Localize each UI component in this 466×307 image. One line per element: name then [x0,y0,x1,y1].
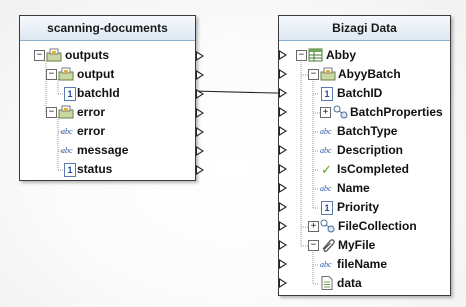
tree-row-message[interactable]: abc message [20,141,195,160]
tree-label: batchId [77,86,120,100]
relation-icon [320,219,335,233]
tree-label: Name [337,181,370,195]
tree-row-error-group[interactable]: − error [20,103,195,122]
tree-label: message [77,143,129,157]
input-port-arrow[interactable] [279,145,287,155]
tree-label: Description [337,143,404,157]
tree-row-error[interactable]: abc error [20,122,195,141]
folder-icon [58,105,74,119]
input-port-arrow[interactable] [279,107,287,117]
integer-type-icon: 1 [321,87,333,101]
target-schema-panel: Bizagi Data − Abby − AbyyBatch 1 BatchID… [278,15,451,296]
collapse-toggle[interactable]: − [308,240,319,251]
tree-row-batchtype[interactable]: abc BatchType [279,122,450,141]
file-data-icon [321,276,333,290]
tree-row-priority[interactable]: 1 Priority [279,198,450,217]
integer-type-icon: 1 [64,163,76,177]
tree-label: BatchID [337,86,383,100]
tree-row-iscompleted[interactable]: ✓ IsCompleted [279,160,450,179]
tree-row-outputs[interactable]: − outputs [20,46,195,65]
boolean-check-icon: ✓ [321,162,332,177]
input-port-arrow[interactable] [279,164,287,174]
target-panel-title: Bizagi Data [279,16,450,41]
tree-label: status [77,162,113,176]
tree-label: IsCompleted [337,162,410,176]
output-port-arrow[interactable] [196,165,204,175]
tree-row-name[interactable]: abc Name [279,179,450,198]
tree-row-batchid[interactable]: 1 batchId [20,84,195,103]
source-schema-panel: scanning-documents − outputs − output 1 … [19,15,204,181]
folder-icon [46,48,62,62]
collapse-toggle[interactable]: − [296,50,307,61]
input-port-arrow[interactable] [279,240,287,250]
collapse-toggle[interactable]: − [34,50,45,61]
integer-type-icon: 1 [64,87,76,101]
tree-row-data[interactable]: data [279,274,450,293]
input-port-arrow[interactable] [279,69,287,79]
tree-row-abby[interactable]: − Abby [279,46,450,65]
tree-label: output [77,67,115,81]
tree-row-description[interactable]: abc Description [279,141,450,160]
source-panel-title: scanning-documents [20,16,195,41]
tree-label: AbyyBatch [338,67,401,81]
tree-label: fileName [337,257,388,271]
output-port-arrow[interactable] [196,51,204,61]
input-port-arrow[interactable] [279,259,287,269]
input-port-arrow[interactable] [279,202,287,212]
tree-label: data [337,276,362,290]
input-port-arrow[interactable] [279,50,287,60]
table-icon [308,48,323,62]
output-port-arrow[interactable] [196,146,204,156]
tree-label: error [77,124,106,138]
string-type-icon: abc [320,184,332,193]
output-port-arrow[interactable] [196,70,204,80]
folder-icon [320,67,336,81]
tree-row-myfile[interactable]: − MyFile [279,236,450,255]
input-port-arrow[interactable] [279,278,287,288]
tree-row-output[interactable]: − output [20,65,195,84]
input-port-arrow[interactable] [279,126,287,136]
attachment-icon [322,239,335,252]
tree-label: error [77,105,106,119]
input-port-arrow[interactable] [279,221,287,231]
tree-row-batchproperties[interactable]: + BatchProperties [279,103,450,122]
tree-label: MyFile [338,238,376,252]
tree-label: BatchType [337,124,398,138]
tree-row-batchid[interactable]: 1 BatchID [279,84,450,103]
tree-label: BatchProperties [350,105,443,119]
tree-label: Priority [337,200,380,214]
integer-type-icon: 1 [321,201,333,215]
folder-icon [58,67,74,81]
collapse-toggle[interactable]: − [46,107,57,118]
tree-row-filename[interactable]: abc fileName [279,255,450,274]
expand-toggle[interactable]: + [308,221,319,232]
relation-icon [333,105,348,119]
tree-label: outputs [65,48,109,62]
collapse-toggle[interactable]: − [308,69,319,80]
output-port-arrow[interactable] [196,127,204,137]
output-port-arrow[interactable] [196,89,204,99]
tree-row-status[interactable]: 1 status [20,160,195,179]
input-port-arrow[interactable] [279,88,287,98]
expand-toggle[interactable]: + [320,107,331,118]
string-type-icon: abc [320,260,332,269]
tree-label: FileCollection [338,219,417,233]
output-port-arrow[interactable] [196,108,204,118]
input-port-arrow[interactable] [279,183,287,193]
collapse-toggle[interactable]: − [46,69,57,80]
string-type-icon: abc [320,127,332,136]
tree-row-filecollection[interactable]: + FileCollection [279,217,450,236]
tree-label: Abby [326,48,356,62]
tree-row-abyybatch[interactable]: − AbyyBatch [279,65,450,84]
string-type-icon: abc [320,146,332,155]
